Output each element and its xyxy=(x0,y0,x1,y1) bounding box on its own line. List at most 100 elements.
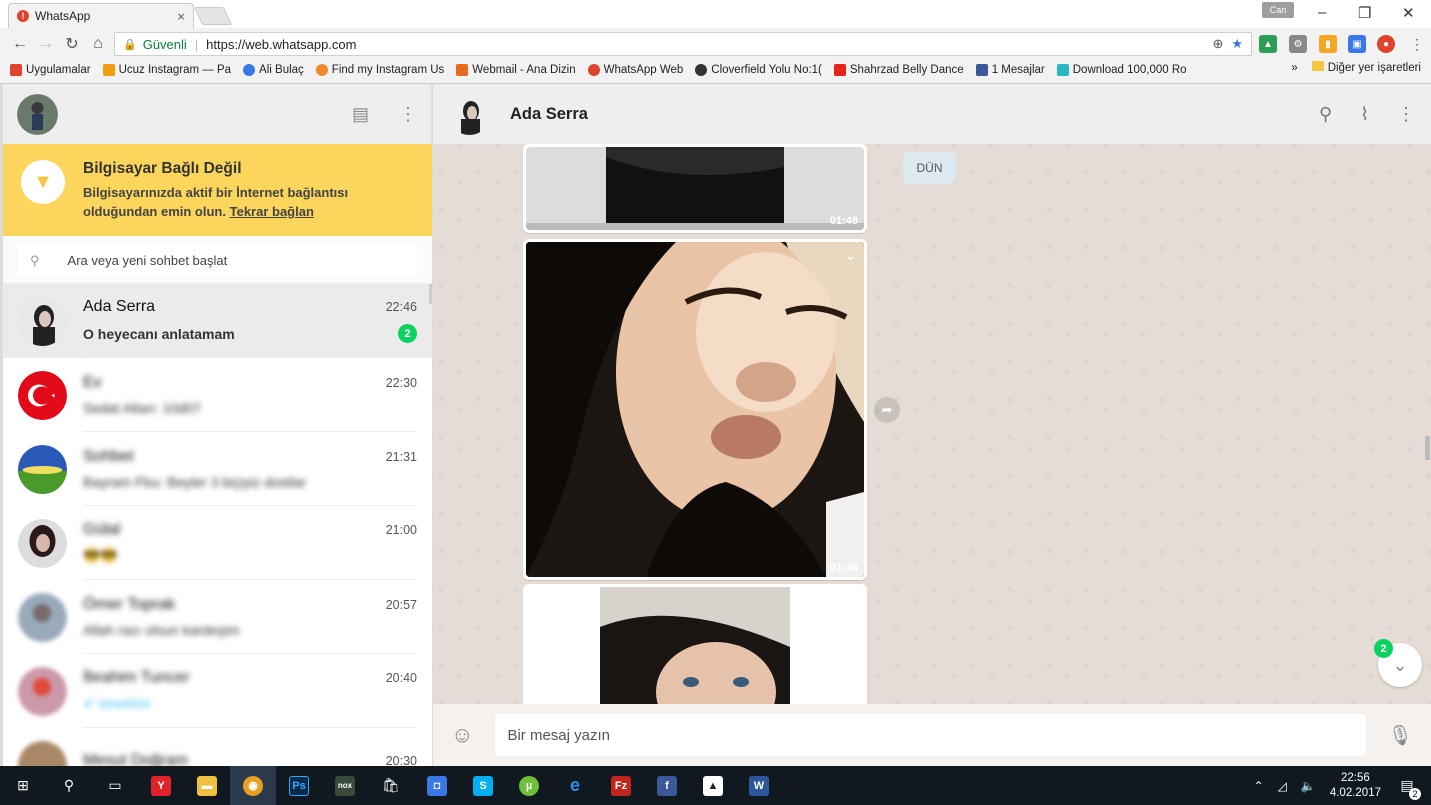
bookmark-item[interactable]: WhatsApp Web xyxy=(587,64,683,76)
chat-preview: ✔ tesekkür xyxy=(83,695,152,711)
yandex-taskbar-button[interactable]: Y xyxy=(138,766,184,805)
windows-taskbar: ⊞ ⚲ ▭ Y ▬ ◉ Ps nox 🛍 ◘ S µ e Fz f ▲ W ⌃ … xyxy=(0,766,1431,805)
bookmark-item[interactable]: Ucuz Instagram — Pa xyxy=(102,64,231,76)
search-icon[interactable]: ⚲ xyxy=(1319,104,1332,125)
scroll-unread-badge: 2 xyxy=(1374,639,1393,658)
app-taskbar-button[interactable]: ◘ xyxy=(414,766,460,805)
extension-3-icon[interactable]: ▮ xyxy=(1319,35,1337,53)
forward-icon[interactable]: ➦ xyxy=(874,397,900,423)
message-input[interactable]: Bir mesaj yazın xyxy=(495,714,1366,756)
conversation-scrollbar[interactable] xyxy=(1425,436,1430,460)
nox-taskbar-button[interactable]: nox xyxy=(322,766,368,805)
start-button[interactable]: ⊞ xyxy=(0,766,46,805)
address-bar[interactable]: 🔒 Güvenli | https://web.whatsapp.com ⊕ ★ xyxy=(114,32,1252,56)
video-thumbnail[interactable]: 01:48 xyxy=(526,147,864,230)
reload-button[interactable]: ↻ xyxy=(60,34,84,54)
action-center-icon[interactable]: ▤ 2 xyxy=(1395,774,1421,800)
bookmark-item[interactable]: Find my Instagram Us xyxy=(315,64,444,76)
facebook-taskbar-button[interactable]: f xyxy=(644,766,690,805)
address-bar-actions: ⊕ ★ xyxy=(1212,36,1243,52)
video-thumbnail[interactable] xyxy=(526,587,864,711)
microphone-icon[interactable]: 🎙 xyxy=(1388,723,1413,748)
network-icon[interactable]: ◿ xyxy=(1278,779,1287,793)
chat-list-item[interactable]: Gülal 21:00 😎😎 xyxy=(3,506,432,580)
chat-list-item[interactable]: Ömer Toprak 20:57 Allah razı olsun kardeş… xyxy=(3,580,432,654)
chat-list-item[interactable]: İbrahim Tuncer 20:40 ✔ tesekkür xyxy=(3,654,432,728)
chrome-taskbar-button[interactable]: ◉ xyxy=(230,766,276,805)
zoom-icon[interactable]: ⊕ xyxy=(1212,36,1223,52)
bookmark-item[interactable]: Cloverfield Yolu No:1( xyxy=(695,64,822,76)
close-window-button[interactable]: ✕ xyxy=(1402,4,1415,22)
filezilla-taskbar-button[interactable]: Fz xyxy=(598,766,644,805)
edge-taskbar-button[interactable]: e xyxy=(552,766,598,805)
contact-avatar[interactable] xyxy=(449,93,490,135)
offline-alert-icon: ▼ xyxy=(21,160,65,204)
forward-button[interactable]: → xyxy=(34,35,58,53)
extension-1-icon[interactable]: ▲ xyxy=(1259,35,1277,53)
apps-grid-icon xyxy=(10,64,22,76)
media-message[interactable] xyxy=(523,584,867,714)
extension-2-icon[interactable]: ⚙ xyxy=(1289,35,1307,53)
search-taskbar-button[interactable]: ⚲ xyxy=(46,766,92,805)
contact-avatar xyxy=(18,444,67,494)
conversation-header[interactable]: Ada Serra ⚲ ⌇ ⋮ xyxy=(433,84,1431,144)
other-bookmarks-folder[interactable]: Diğer yer işaretleri xyxy=(1311,61,1421,74)
bookmark-item[interactable]: Uygulamalar xyxy=(10,64,91,76)
back-button[interactable]: ← xyxy=(8,35,32,53)
media-message[interactable]: 01:48 xyxy=(523,144,867,233)
restore-button[interactable]: ❐ xyxy=(1358,4,1371,22)
new-chat-icon[interactable]: ▤ xyxy=(352,104,369,125)
chat-list-item[interactable]: Ada Serra 22:46 O heyecanı anlatamam 2 xyxy=(3,284,432,358)
task-view-button[interactable]: ▭ xyxy=(92,766,138,805)
chat-list-scrollbar[interactable] xyxy=(429,284,432,304)
utorrent-taskbar-button[interactable]: µ xyxy=(506,766,552,805)
system-clock[interactable]: 22:56 4.02.2017 xyxy=(1330,771,1381,801)
photos-taskbar-button[interactable]: ▲ xyxy=(690,766,736,805)
sidebar-header-actions: ▤ ⋮ xyxy=(352,104,417,125)
bookmark-label: Shahrzad Belly Dance xyxy=(849,64,964,76)
profile-button[interactable]: Can xyxy=(1262,2,1294,18)
bookmark-item[interactable]: 1 Mesajlar xyxy=(975,64,1045,76)
menu-icon[interactable]: ⋮ xyxy=(1397,104,1415,125)
media-message[interactable]: ⌄ 01:48 xyxy=(523,239,867,580)
bookmarks-overflow-button[interactable]: » xyxy=(1291,62,1297,74)
photoshop-taskbar-button[interactable]: Ps xyxy=(276,766,322,805)
volume-icon[interactable]: 🔈 xyxy=(1301,779,1316,793)
video-thumbnail[interactable]: ⌄ 01:48 xyxy=(526,242,864,577)
extension-4-icon[interactable]: ▣ xyxy=(1348,35,1366,53)
tab-close-button[interactable]: × xyxy=(177,9,185,24)
chat-list-item[interactable]: Mesut Doğram 20:30 xyxy=(3,728,432,766)
chrome-menu-icon[interactable]: ⋮ xyxy=(1408,35,1426,53)
reconnect-link[interactable]: Tekrar bağlan xyxy=(230,204,314,219)
tray-overflow-icon[interactable]: ⌃ xyxy=(1254,779,1264,793)
browser-tab-whatsapp[interactable]: ! WhatsApp × xyxy=(8,3,194,28)
chat-list-item[interactable]: Sohbet 21:31 Bayram Fbu: Beyler 3 biçiyiz… xyxy=(3,432,432,506)
contact-avatar xyxy=(18,592,67,642)
bookmark-item[interactable]: Ali Bulaç xyxy=(243,64,304,76)
home-button[interactable]: ⌂ xyxy=(86,35,110,53)
my-avatar[interactable] xyxy=(17,93,58,135)
chat-preview: 😎😎 xyxy=(83,547,118,563)
bookmark-item[interactable]: Shahrzad Belly Dance xyxy=(833,64,964,76)
chat-list-item[interactable]: Ev 22:30 Sedat Altan: 10d07 xyxy=(3,358,432,432)
minimize-button[interactable]: – xyxy=(1318,4,1326,21)
bookmark-item[interactable]: Webmail - Ana Dizin xyxy=(456,64,576,76)
message-menu-chevron-icon[interactable]: ⌄ xyxy=(845,248,856,264)
store-taskbar-button[interactable]: 🛍 xyxy=(368,766,414,805)
bookmark-favicon-icon xyxy=(1056,64,1069,76)
adblock-icon[interactable]: ● xyxy=(1377,35,1395,53)
chat-body: Gülal 21:00 😎😎 xyxy=(83,506,417,580)
folder-icon xyxy=(1311,61,1324,71)
menu-icon[interactable]: ⋮ xyxy=(399,104,417,125)
emoji-icon[interactable]: ☺ xyxy=(451,722,473,748)
bookmark-star-icon[interactable]: ★ xyxy=(1231,36,1243,52)
skype-taskbar-button[interactable]: S xyxy=(460,766,506,805)
word-taskbar-button[interactable]: W xyxy=(736,766,782,805)
bookmark-favicon-icon xyxy=(695,64,708,76)
new-tab-button[interactable] xyxy=(193,7,233,25)
explorer-taskbar-button[interactable]: ▬ xyxy=(184,766,230,805)
search-input[interactable]: ⚲ Ara veya yeni sohbet başlat xyxy=(18,244,417,277)
bookmark-item[interactable]: Download 100,000 Ro xyxy=(1056,64,1187,76)
chat-body: Sohbet 21:31 Bayram Fbu: Beyler 3 biçiyiz… xyxy=(83,432,417,506)
attach-icon[interactable]: ⌇ xyxy=(1360,104,1369,125)
